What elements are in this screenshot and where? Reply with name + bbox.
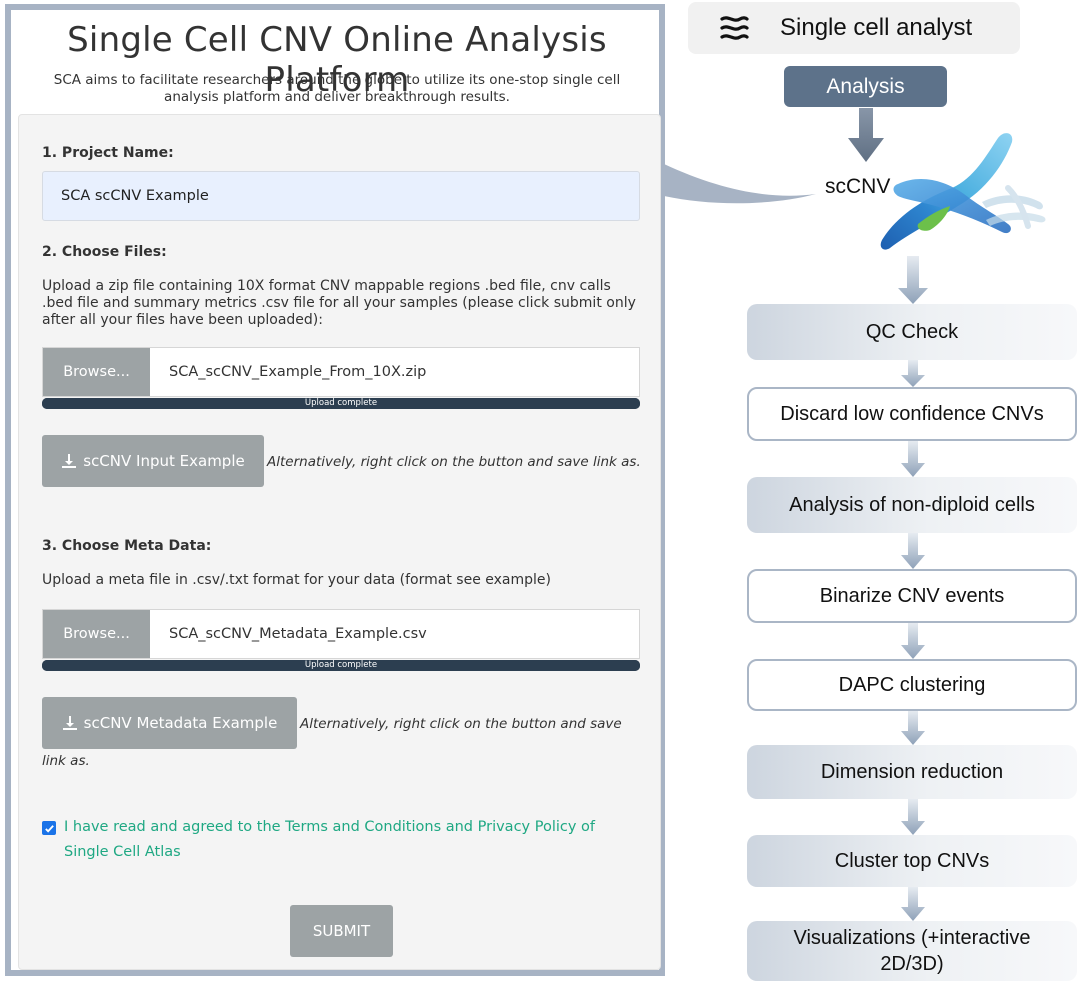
- submit-button[interactable]: SUBMIT: [290, 905, 393, 957]
- upload-form: 1. Project Name: SCA scCNV Example 2. Ch…: [18, 114, 661, 970]
- step-qc-check: QC Check: [747, 304, 1077, 360]
- choose-meta-description: Upload a meta file in .csv/.txt format f…: [42, 572, 551, 588]
- choose-meta-label: 3. Choose Meta Data:: [42, 538, 212, 554]
- flow-arrow-icon: [901, 887, 925, 921]
- analysis-platform-panel: Single Cell CNV Online Analysis Platform…: [5, 4, 665, 976]
- flow-arrow-icon: [901, 623, 925, 659]
- meta-upload-progress-bar: Upload complete: [42, 660, 640, 671]
- selected-meta-file-name: SCA_scCNV_Metadata_Example.csv: [169, 626, 427, 642]
- single-cell-analyst-logo-icon: [720, 16, 749, 40]
- step-discard-low-confidence: Discard low confidence CNVs: [747, 387, 1077, 441]
- callout-connector: [664, 164, 816, 204]
- upload-status: Upload complete: [304, 398, 378, 408]
- project-name-value: SCA scCNV Example: [61, 188, 209, 204]
- brand-name: Single cell analyst: [780, 14, 973, 41]
- metadata-example-hint: Alternatively, right click on the button…: [42, 716, 622, 769]
- analysis-node: Analysis: [784, 66, 947, 107]
- project-name-input[interactable]: SCA scCNV Example: [42, 171, 640, 221]
- browse-meta-button[interactable]: Browse...: [43, 610, 150, 658]
- flow-arrow-icon: [901, 360, 925, 387]
- file-upload-row: Browse... SCA_scCNV_Example_From_10X.zip: [42, 347, 640, 397]
- meta-upload-row: Browse... SCA_scCNV_Metadata_Example.csv: [42, 609, 640, 659]
- browse-button[interactable]: Browse...: [43, 348, 150, 396]
- step-visualizations: Visualizations (+interactive 2D/3D): [747, 921, 1077, 981]
- meta-upload-status: Upload complete: [304, 660, 378, 670]
- flow-arrow-icon: [898, 256, 928, 304]
- chromosome-icon: [880, 133, 1046, 250]
- terms-label[interactable]: I have read and agreed to the Terms and …: [64, 815, 624, 865]
- upload-progress-bar: Upload complete: [42, 398, 640, 409]
- step-non-diploid-analysis: Analysis of non-diploid cells: [747, 477, 1077, 533]
- flow-arrow-icon: [901, 441, 925, 477]
- choose-files-label: 2. Choose Files:: [42, 244, 167, 260]
- step-cluster-top-cnvs: Cluster top CNVs: [747, 835, 1077, 887]
- input-example-hint: Alternatively, right click on the button…: [267, 454, 641, 470]
- checkmark-icon: [44, 824, 54, 833]
- project-name-label: 1. Project Name:: [42, 145, 174, 161]
- flow-arrow-icon: [901, 711, 925, 745]
- step-dapc-clustering: DAPC clustering: [747, 659, 1077, 711]
- terms-checkbox[interactable]: [42, 821, 56, 835]
- step-dimension-reduction: Dimension reduction: [747, 745, 1077, 799]
- flow-arrow-icon: [901, 533, 925, 569]
- brand-header: Single cell analyst: [688, 2, 1020, 54]
- choose-files-description: Upload a zip file containing 10X format …: [42, 278, 636, 328]
- page-subtitle: SCA aims to facilitate researchers aroun…: [53, 72, 621, 105]
- selected-file-name: SCA_scCNV_Example_From_10X.zip: [169, 364, 427, 380]
- step-binarize-cnv: Binarize CNV events: [747, 569, 1077, 623]
- flow-arrow-icon: [901, 799, 925, 835]
